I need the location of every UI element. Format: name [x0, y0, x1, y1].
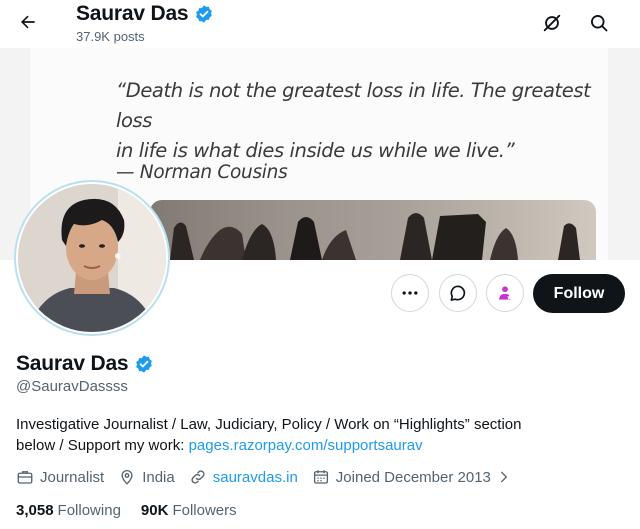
profile-name-row: Saurav Das — [16, 352, 154, 376]
banner-quote-line: “Death is not the greatest loss in life.… — [116, 79, 591, 132]
banner-quote: “Death is not the greatest loss in life.… — [116, 76, 596, 166]
joined-item[interactable]: Joined December 2013 — [312, 468, 511, 486]
back-arrow-icon — [21, 15, 35, 29]
following-count: 3,058 — [16, 502, 54, 519]
bio-link[interactable]: pages.razorpay.com/supportsaurav — [189, 437, 423, 454]
message-icon — [450, 285, 466, 301]
header-title: Saurav Das — [76, 2, 214, 26]
profession-label: Journalist — [40, 468, 105, 486]
grok-button[interactable] — [539, 10, 565, 36]
profile-name: Saurav Das — [16, 352, 129, 375]
link-icon — [191, 470, 205, 484]
verified-badge-icon[interactable] — [134, 354, 154, 374]
posts-count: 37.9K posts — [76, 29, 145, 44]
following-link[interactable]: 3,058 Following — [16, 502, 121, 519]
bio-text: Investigative Journalist / Law, Judiciar… — [16, 416, 522, 433]
verified-badge-icon — [194, 4, 214, 24]
location-item: India — [118, 468, 175, 486]
subscribe-icon — [499, 286, 513, 300]
website-link[interactable]: sauravdas.in — [213, 469, 298, 486]
subscribe-button[interactable] — [486, 274, 524, 312]
more-icon — [402, 291, 418, 295]
followers-label: Followers — [172, 502, 237, 519]
search-button[interactable] — [586, 10, 612, 36]
search-icon — [591, 15, 608, 32]
follow-stats: 3,058 Following 90K Followers — [16, 502, 237, 519]
following-label: Following — [57, 502, 121, 519]
briefcase-icon — [17, 471, 33, 484]
followers-link[interactable]: 90K Followers — [141, 502, 237, 519]
profile-avatar[interactable] — [14, 180, 170, 336]
profile-header: Saurav Das 37.9K posts — [0, 0, 640, 48]
bio-text: below / Support my work: — [16, 437, 189, 454]
profession-item: Journalist — [16, 468, 104, 486]
header-name: Saurav Das — [76, 2, 189, 25]
chevron-right-icon — [500, 471, 507, 483]
avatar-photo — [18, 184, 166, 332]
banner-quote-author: — Norman Cousins — [116, 162, 288, 183]
back-button[interactable] — [14, 8, 42, 36]
follow-button[interactable]: Follow — [533, 274, 625, 313]
profile-meta: Journalist India sauravdas.in Joined Dec… — [16, 468, 525, 486]
grok-icon — [543, 14, 561, 32]
joined-label: Joined December 2013 — [335, 468, 491, 486]
profile-handle: @SauravDassss — [16, 378, 128, 395]
followers-count: 90K — [140, 502, 169, 519]
banner-painting — [150, 200, 596, 260]
location-label: India — [142, 468, 175, 486]
location-pin-icon — [121, 470, 133, 485]
message-button[interactable] — [439, 274, 477, 312]
calendar-icon — [313, 470, 328, 484]
website-item: sauravdas.in — [189, 468, 298, 486]
profile-bio: Investigative Journalist / Law, Judiciar… — [16, 414, 616, 456]
more-button[interactable] — [391, 274, 429, 312]
